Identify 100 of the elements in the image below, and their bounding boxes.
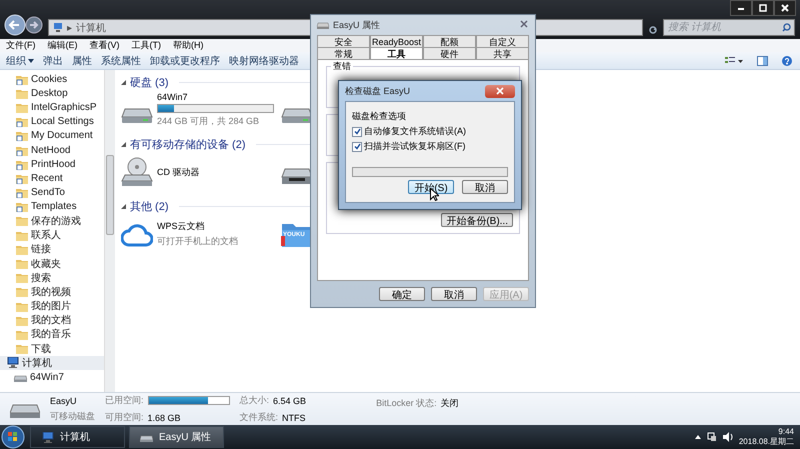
toolbar-button[interactable]: 弹出 (39, 54, 67, 68)
menu-item[interactable]: 编辑(E) (48, 39, 78, 52)
collapse-triangle-icon[interactable] (121, 204, 126, 208)
sidebar-item[interactable]: 我的文档 (0, 313, 104, 328)
toolbar-button[interactable]: 属性 (68, 54, 96, 68)
sidebar-item[interactable]: 搜索 (0, 270, 104, 285)
checkbox-label[interactable]: 扫描并尝试恢复坏扇区(F) (364, 140, 466, 153)
sidebar-item[interactable]: 保存的游戏 (0, 214, 104, 228)
detail-label: 已用空间: (105, 394, 144, 407)
start-button-icon[interactable] (0, 425, 26, 449)
sidebar-item[interactable]: 链接 (0, 242, 104, 256)
folder-shortcut-icon (16, 201, 28, 212)
sidebar-item[interactable]: 联系人 (0, 228, 104, 242)
dialog-button[interactable]: 确定 (379, 287, 425, 301)
folder-icon (16, 258, 28, 270)
item-name[interactable]: WPS云文档 (157, 220, 238, 233)
sidebar-item[interactable]: 我的音乐 (0, 327, 104, 342)
sidebar-item[interactable]: 收藏夹 (0, 256, 104, 271)
collapse-triangle-icon[interactable] (121, 142, 126, 146)
tab[interactable]: 自定义 (476, 35, 529, 47)
detail-value: 6.54 GB (273, 396, 306, 406)
drive-icon (140, 432, 153, 442)
tab[interactable]: 共享 (476, 47, 529, 59)
group-header[interactable]: 硬盘 (3) (130, 74, 168, 90)
volume-icon[interactable] (722, 432, 733, 442)
dialog-button[interactable]: 取消 (462, 180, 508, 194)
tab[interactable]: ReadyBoost (370, 35, 423, 47)
menu-item[interactable]: 帮助(H) (173, 39, 204, 52)
restore-icon[interactable] (757, 2, 769, 14)
detail-value: 1.68 GB (148, 412, 181, 422)
network-icon[interactable] (706, 432, 717, 442)
sidebar-item[interactable]: NetHood (0, 142, 104, 158)
folder-shortcut-icon (16, 74, 28, 85)
address-path: 计算机 (76, 22, 106, 34)
tab[interactable]: 配额 (423, 35, 476, 47)
menu-item[interactable]: 文件(F) (6, 39, 36, 52)
sidebar-item[interactable]: SendTo (0, 186, 104, 200)
sidebar-item[interactable]: Recent (0, 171, 104, 186)
item-name[interactable]: CD 驱动器 (157, 166, 200, 178)
item-info: 244 GB 可用，共 284 GB (157, 115, 260, 128)
toolbar-button[interactable]: 卸载或更改程序 (146, 54, 224, 68)
folder-icon (16, 230, 28, 241)
computer-icon (53, 23, 63, 32)
sidebar-item[interactable]: 计算机 (0, 356, 104, 370)
dialog-title: EasyU 属性 (333, 18, 380, 32)
search-field[interactable]: 搜索 计算机 (663, 19, 795, 36)
refresh-icon[interactable] (647, 24, 659, 36)
tab[interactable]: 常规 (317, 47, 370, 59)
sidebar-item[interactable]: Desktop (0, 86, 104, 100)
clock-time[interactable]: 9:44 (778, 427, 794, 437)
tab[interactable]: 工具 (370, 47, 423, 59)
preview-pane-icon[interactable] (757, 56, 768, 66)
tray-arrow-icon[interactable] (694, 435, 701, 439)
toolbar-button[interactable]: 映射网络驱动器 (225, 54, 303, 68)
folder-shortcut-icon (16, 187, 28, 198)
sidebar-item[interactable]: 64Win7 (0, 370, 104, 384)
close-button[interactable] (485, 84, 515, 98)
folder-icon (16, 102, 28, 113)
menu-item[interactable]: 查看(V) (90, 39, 120, 52)
sidebar-item[interactable]: Local Settings (0, 114, 104, 129)
checkbox[interactable] (352, 126, 362, 136)
tab[interactable]: 安全 (317, 35, 370, 47)
group-header[interactable]: 其他 (2) (130, 198, 168, 214)
sidebar-item[interactable]: 下载 (0, 342, 104, 356)
menu-item[interactable]: 工具(T) (132, 39, 161, 52)
taskbar-button[interactable]: 计算机 (30, 426, 125, 448)
drive-name: EasyU (50, 396, 78, 406)
view-options-icon[interactable] (725, 56, 743, 66)
sidebar-item[interactable]: 我的视频 (0, 284, 104, 299)
clock-date[interactable]: 2018.08.星期二 (738, 437, 794, 447)
close-icon[interactable] (779, 2, 791, 14)
checkbox-label[interactable]: 自动修复文件系统错误(A) (364, 125, 466, 138)
dialog-button[interactable]: 取消 (431, 287, 477, 301)
item-name[interactable]: 64Win7 (157, 92, 274, 102)
sidebar-item[interactable]: Cookies (0, 72, 104, 86)
tab[interactable]: 硬件 (423, 47, 476, 59)
breadcrumb-separator[interactable]: ▸ (67, 22, 72, 34)
detail-label: BitLocker 状态: (376, 397, 437, 410)
cd-drive-icon[interactable] (121, 157, 153, 187)
scrollbar[interactable] (104, 70, 115, 392)
sidebar-item[interactable]: IntelGraphicsP (0, 100, 104, 115)
checkbox[interactable] (352, 142, 362, 152)
computer-icon (6, 357, 19, 368)
folder-icon (16, 343, 28, 354)
collapse-triangle-icon[interactable] (121, 80, 126, 84)
toolbar-button[interactable]: 系统属性 (97, 54, 145, 68)
help-icon[interactable] (782, 56, 792, 66)
folder-icon (16, 244, 28, 255)
sidebar-item[interactable]: My Document (0, 128, 104, 143)
back-forward-icon[interactable] (4, 14, 44, 36)
sidebar-item[interactable]: Templates (0, 200, 104, 214)
group-header[interactable]: 有可移动存储的设备 (2) (130, 136, 246, 152)
sidebar-item[interactable]: PrintHood (0, 157, 104, 172)
taskbar-button[interactable]: EasyU 属性 (129, 426, 224, 448)
sidebar-item[interactable]: 我的图片 (0, 299, 104, 314)
section-label: 磁盘检查选项 (352, 110, 407, 123)
toolbar-button[interactable]: 组织 (2, 54, 38, 68)
backup-button[interactable]: 开始备份(B)... (441, 213, 513, 227)
folder-shortcut-icon (16, 116, 28, 128)
detail-label: 可用空间: (105, 411, 144, 424)
